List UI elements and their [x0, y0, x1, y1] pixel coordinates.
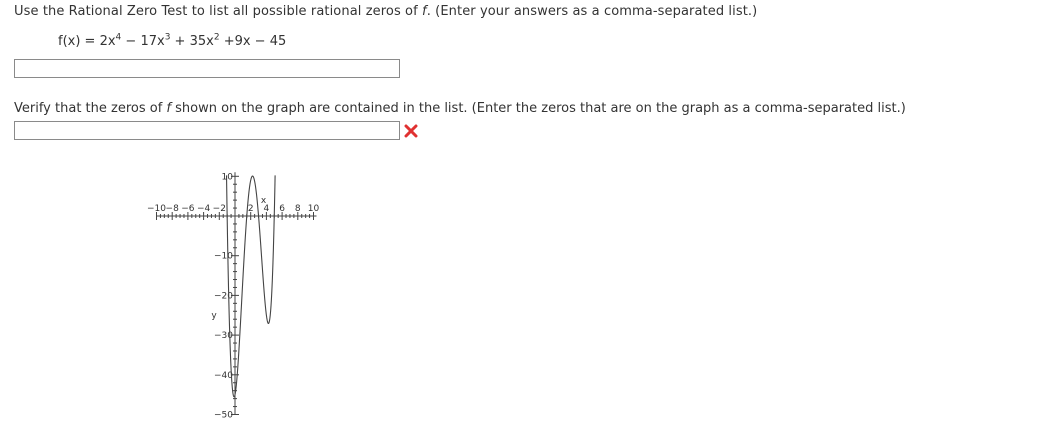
y-axis-label: y: [211, 311, 217, 321]
x-tick-label: 8: [295, 204, 301, 214]
x-tick-label: −10: [147, 204, 166, 214]
y-tick-label: −10: [214, 252, 233, 262]
x-tick-label: −4: [197, 204, 211, 214]
x-tick-label: −6: [181, 204, 195, 214]
function-graph: −10 −8 −6 −4 −2 2 4 6 8 1010−10−20−30−40−50xy: [147, 172, 320, 421]
y-tick-label: 10: [222, 172, 234, 182]
x-axis-label: x: [261, 196, 267, 206]
x-tick-label: 2: [248, 204, 254, 214]
y-tick-label: −20: [214, 291, 233, 301]
x-tick-label: 10: [308, 204, 320, 214]
x-tick-label: 6: [279, 204, 285, 214]
y-tick-label: −40: [214, 371, 233, 381]
x-tick-label: −2: [213, 204, 226, 214]
x-tick-label: −8: [166, 204, 180, 214]
y-tick-label: −50: [214, 411, 233, 421]
